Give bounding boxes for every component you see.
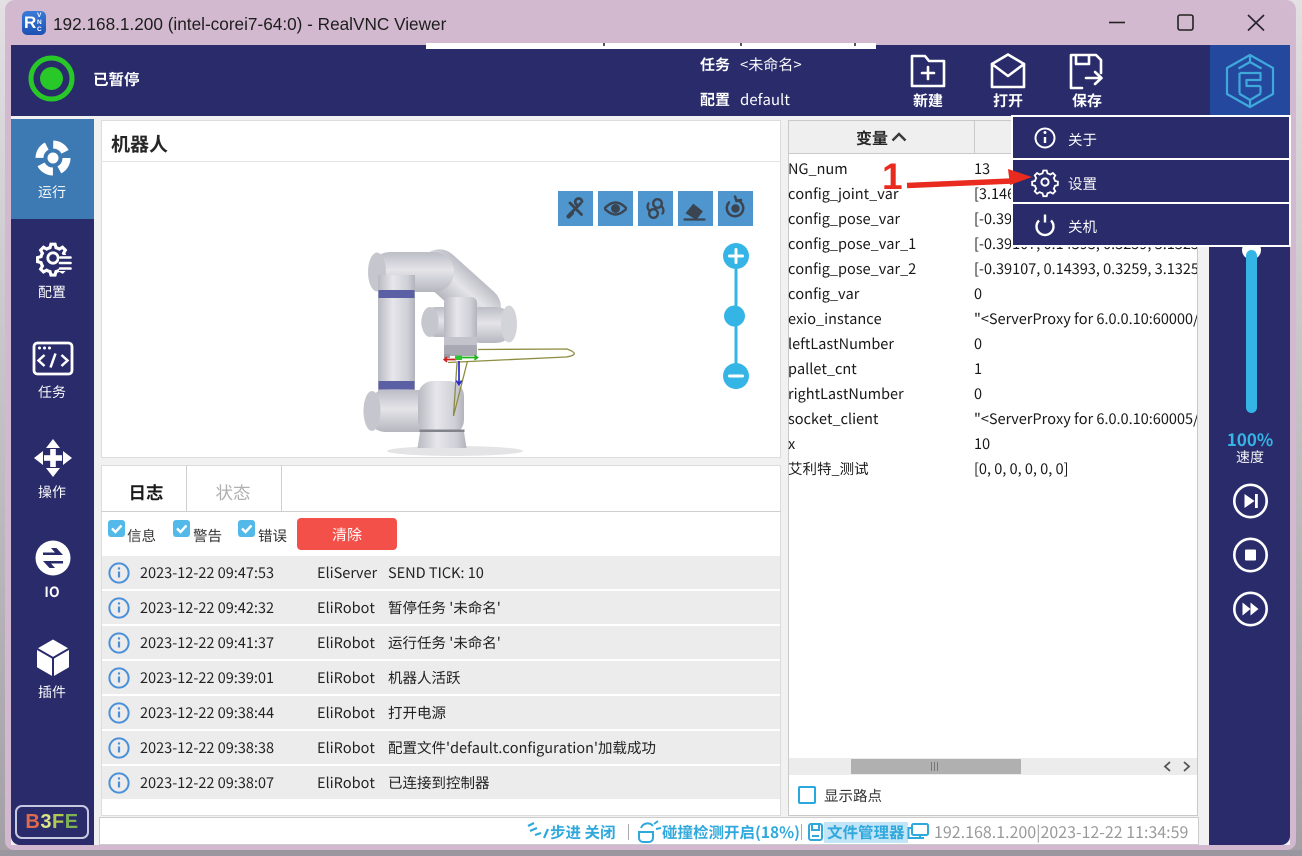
svg-text:1: 1 — [882, 156, 903, 197]
